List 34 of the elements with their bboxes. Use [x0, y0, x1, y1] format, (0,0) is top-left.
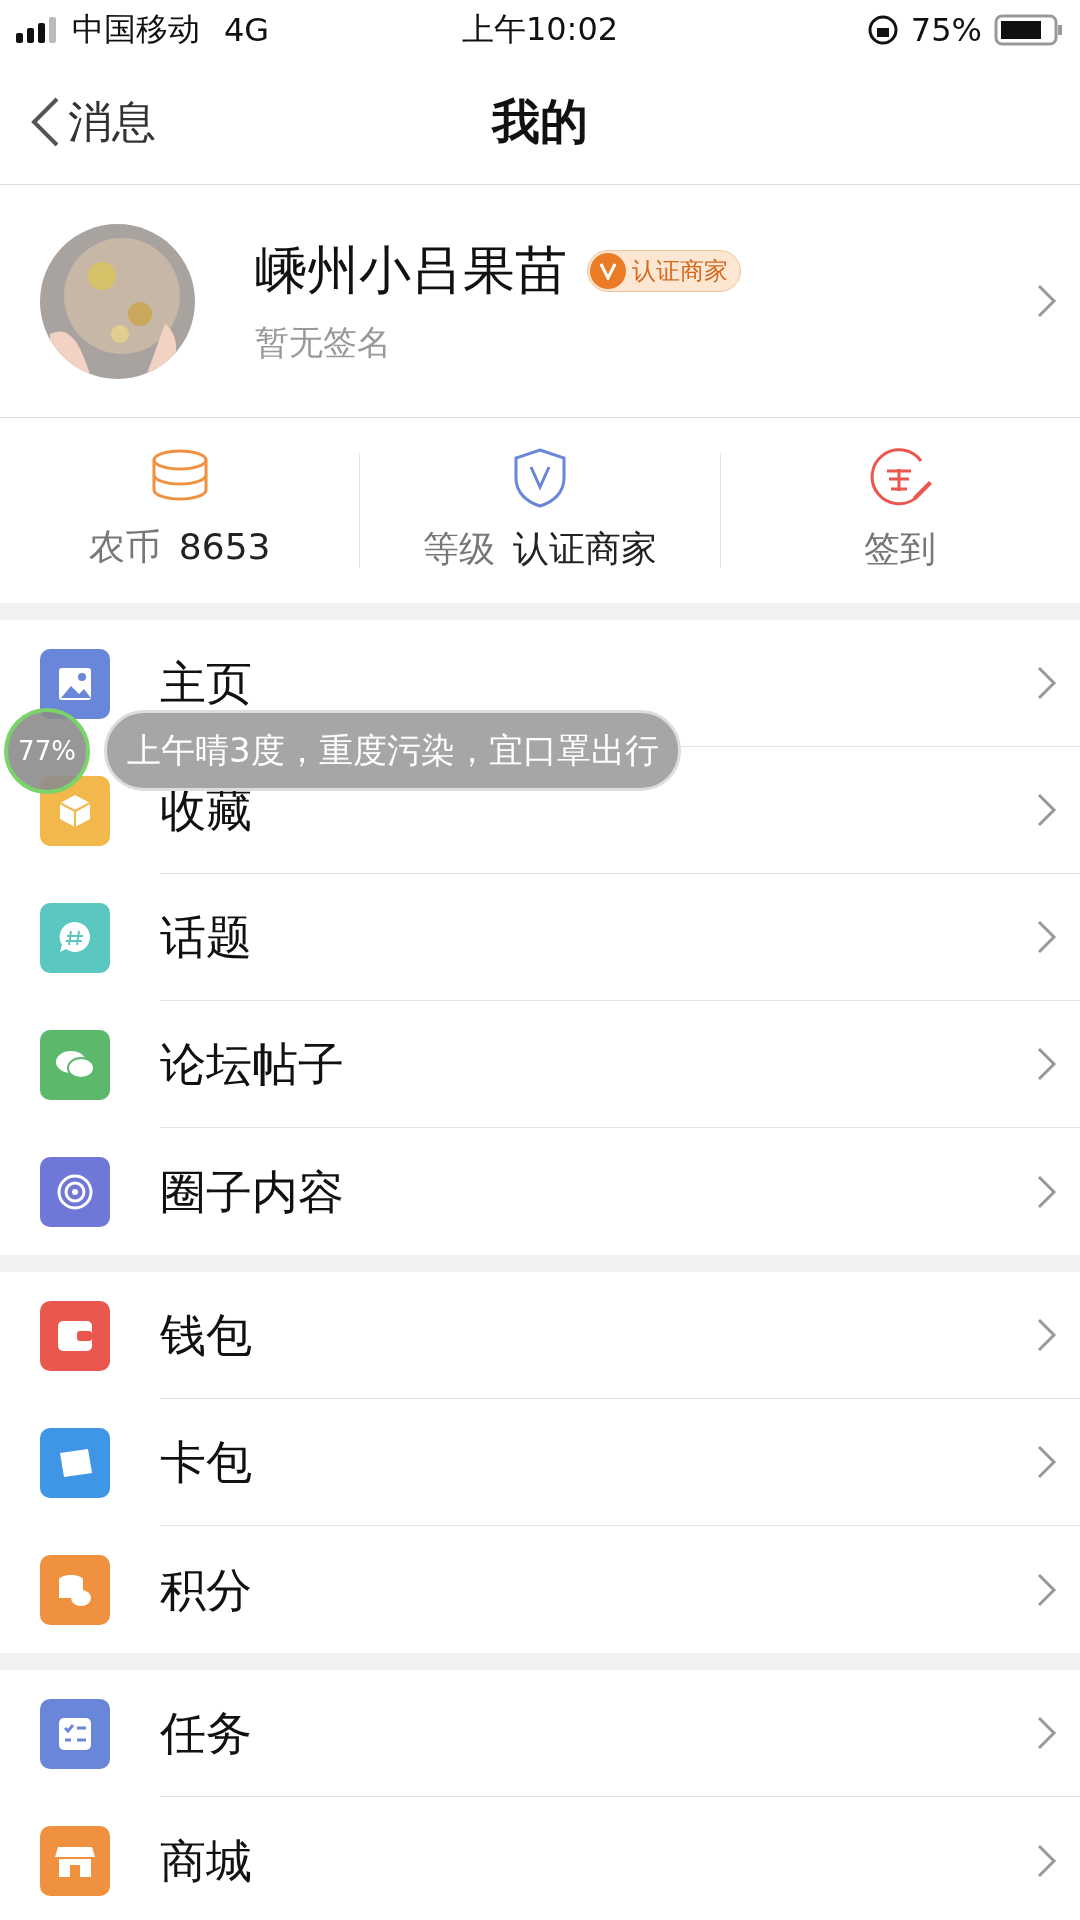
battery-icon: [994, 14, 1064, 46]
chevron-icon: [1036, 1046, 1058, 1082]
spiral-icon: [56, 1172, 94, 1211]
shield-icon: [513, 447, 567, 509]
signature-text: 暂无签名: [255, 321, 392, 364]
back-button[interactable]: 消息: [0, 92, 156, 152]
stat-button[interactable]: 等级 认证商家: [360, 446, 720, 575]
user-name: 嵊州小吕果苗: [255, 239, 567, 302]
rotation-lock-icon: [866, 14, 899, 46]
checklist-icon: [57, 1715, 93, 1752]
clock-time: 上午10:02: [461, 10, 619, 48]
page-title: 我的: [492, 92, 588, 151]
profile-card[interactable]: 嵊州小吕果苗 认证商家 暂无签名: [0, 185, 1080, 418]
wallet-icon: [57, 1319, 93, 1352]
stat-button[interactable]: 农币 8653: [0, 448, 360, 573]
carrier-name: 中国移动: [72, 9, 200, 50]
v-icon: [599, 262, 617, 280]
chevron-icon: [1036, 665, 1058, 701]
chevron-icon: [1036, 283, 1058, 319]
chevron-icon: [1036, 1571, 1058, 1608]
chevron-icon: [1036, 792, 1058, 828]
battery-percent: 75%: [910, 11, 982, 49]
weather-toast: 上午晴3度，重度污染，宜口罩出行: [104, 710, 681, 791]
verified-badge: 认证商家: [587, 250, 741, 292]
chevron-icon: [1036, 1715, 1058, 1751]
stat-button[interactable]: 签到: [720, 446, 1080, 575]
chevron-icon: [1036, 1317, 1058, 1353]
chevron-icon: [1036, 1444, 1058, 1480]
picture-icon: [57, 665, 93, 702]
chevron-icon: [1036, 1173, 1058, 1210]
network-type: 4G: [224, 11, 270, 49]
back-chevron-icon: [30, 96, 60, 148]
chevron-icon: [1036, 1842, 1058, 1879]
chevron-icon: [1036, 919, 1058, 955]
